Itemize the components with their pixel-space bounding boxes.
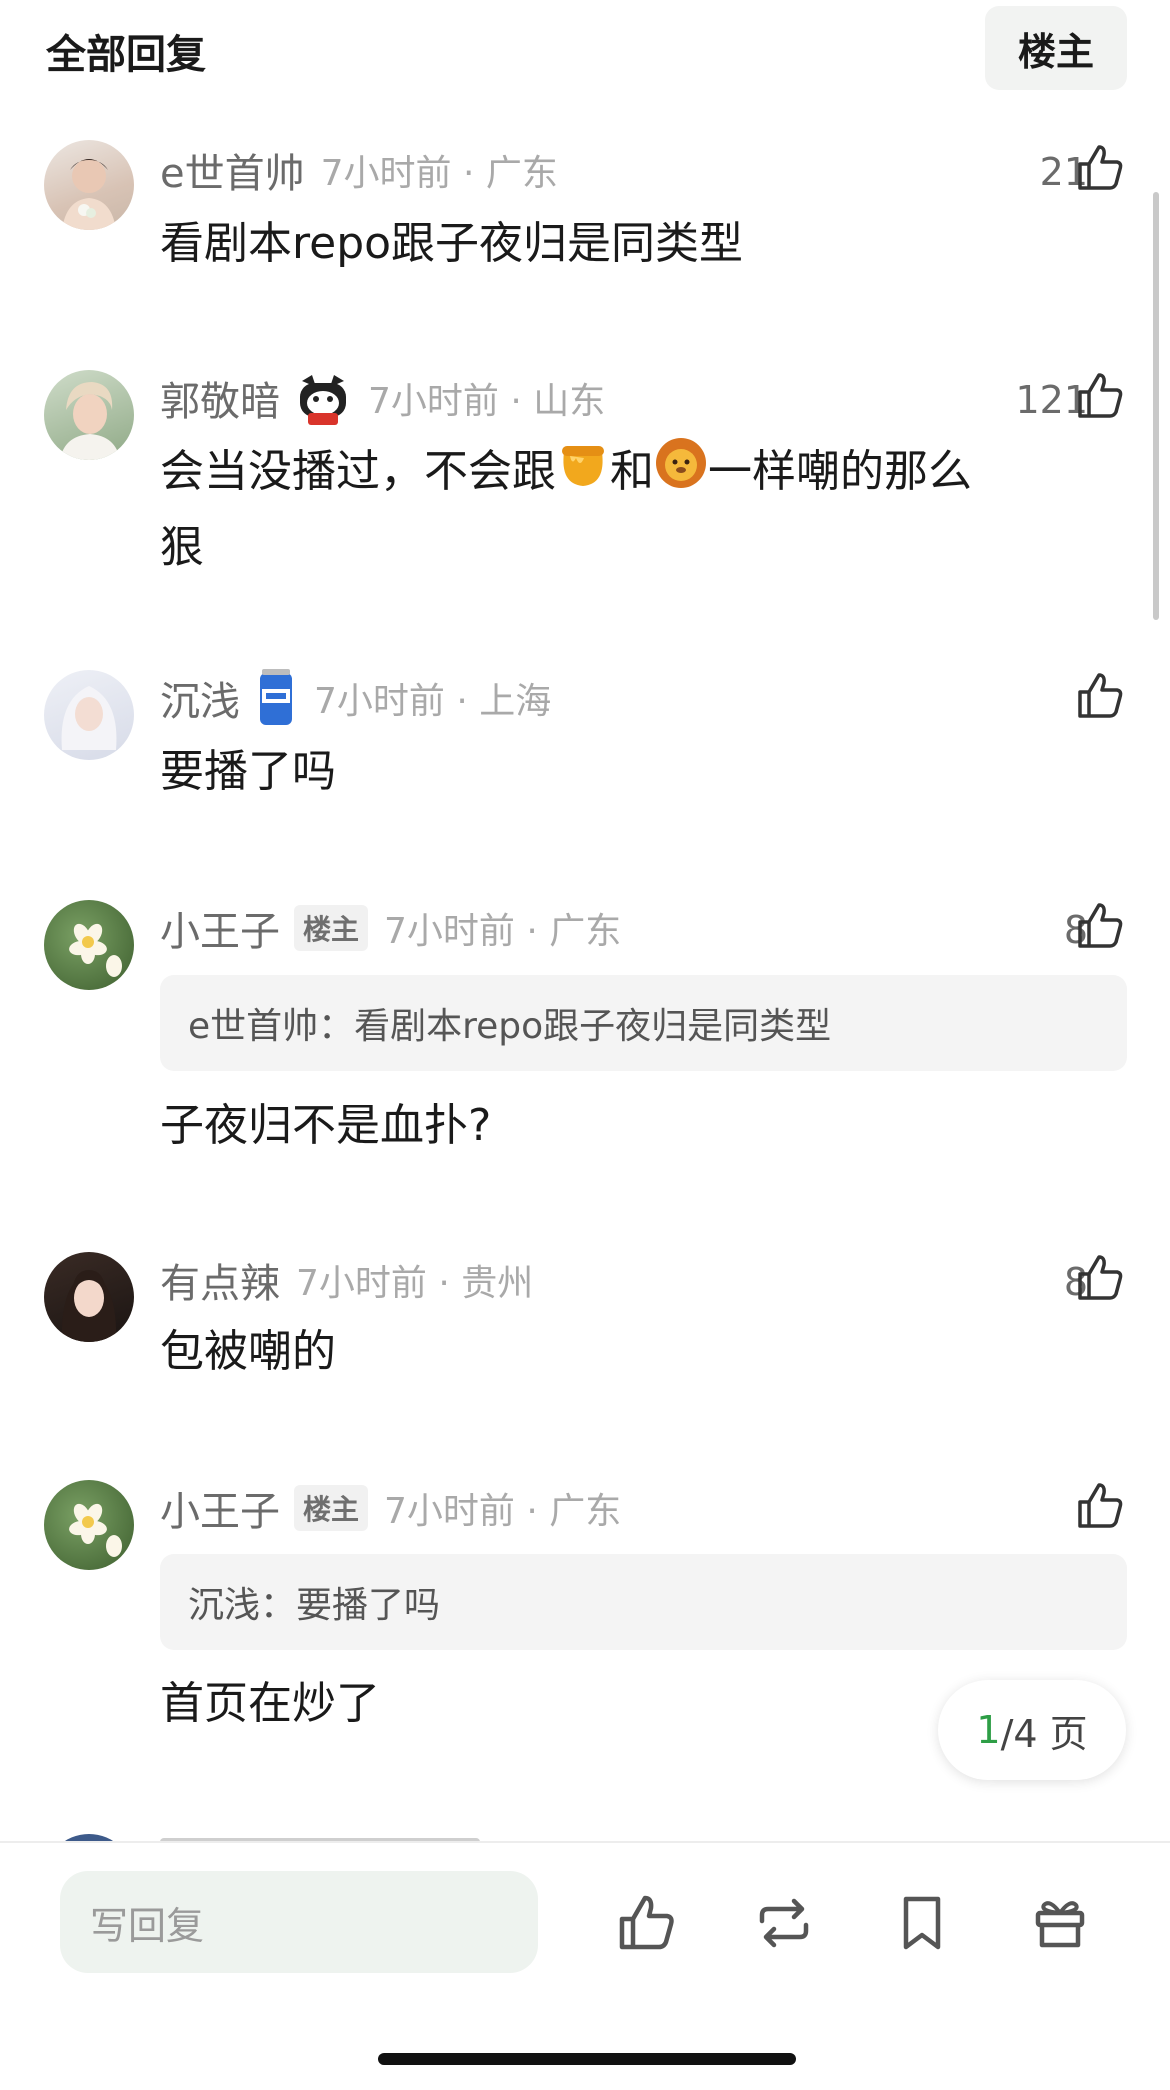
thumbs-up-icon[interactable] [1074,900,1126,952]
comment-text-part: 和 [610,446,654,497]
thumbs-up-icon[interactable] [614,1891,678,1955]
comment-meta: 7小时前 · 广东 [320,153,558,194]
comment-text: 看剧本repo跟子夜归是同类型 [160,218,744,269]
thumbs-up-icon[interactable] [1074,370,1126,422]
thumbs-up-icon[interactable] [1074,142,1126,194]
username[interactable]: e世首帅 [160,141,305,199]
quoted-reply[interactable]: e世首帅：看剧本repo跟子夜归是同类型 [160,975,1127,1071]
comment-text: 子夜归不是血扑? [160,1100,492,1151]
owner-only-button[interactable]: 楼主 [985,6,1127,90]
username[interactable]: 小王子 [160,899,280,957]
owner-badge: 楼主 [294,905,369,951]
repost-icon[interactable] [752,1891,816,1955]
comment-text-part: 狠 [160,522,204,573]
comment-meta: 7小时前 · 广东 [384,911,622,952]
avatar[interactable] [44,370,134,460]
comment-text: 会当没播过，不会跟 和 一样嘲的那么狠 [160,436,1100,584]
honey-pot-icon [556,436,610,512]
home-indicator[interactable] [378,2053,796,2065]
comment-text: 包被嘲的 [160,1326,336,1377]
scrollbar[interactable] [1153,192,1159,620]
comment-meta: 7小时前 · 上海 [314,681,552,722]
username[interactable]: 郭敬暗 [160,369,280,427]
gift-icon[interactable] [1028,1891,1092,1955]
reply-input[interactable]: 写回复 [60,1871,538,1973]
comment-meta: 7小时前 · 广东 [384,1491,622,1532]
comment-text: 要播了吗 [160,746,336,797]
owner-badge: 楼主 [294,1485,369,1531]
lion-face-icon [654,436,708,512]
avatar[interactable] [44,140,134,230]
comment-text-part: 会当没播过，不会跟 [160,446,556,497]
thumbs-up-icon[interactable] [1074,670,1126,722]
soda-can-icon [254,667,298,729]
avatar[interactable] [44,670,134,760]
thumbs-up-icon[interactable] [1074,1252,1126,1304]
avatar[interactable] [44,900,134,990]
comment-meta: 7小时前 · 贵州 [296,1263,534,1304]
quoted-reply[interactable]: 沉浅：要播了吗 [160,1554,1127,1650]
comment-text-part: 一样嘲的那么 [708,446,972,497]
avatar[interactable] [44,1480,134,1570]
bookmark-icon[interactable] [890,1891,954,1955]
comment-meta: 7小时前 · 山东 [368,381,606,422]
page-title: 全部回复 [46,32,206,78]
total-pages: /4 页 [1000,1711,1088,1756]
username[interactable]: 小王子 [160,1479,280,1537]
avatar[interactable] [44,1252,134,1342]
username[interactable]: 有点辣 [160,1251,280,1309]
current-page: 1 [976,1708,1001,1752]
thumbs-up-icon[interactable] [1074,1480,1126,1532]
page-indicator[interactable]: 1/4 页 [938,1680,1126,1780]
cat-sticker-icon [294,369,352,427]
username[interactable]: 沉浅 [160,669,240,727]
